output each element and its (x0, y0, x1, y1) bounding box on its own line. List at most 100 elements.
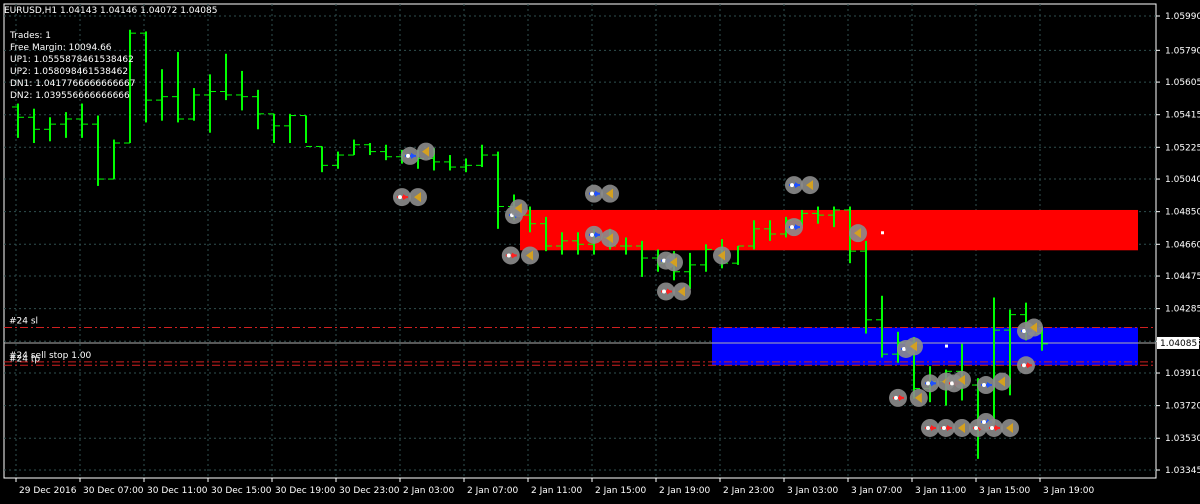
x-tick-label: 30 Dec 15:00 (211, 486, 272, 496)
ohlc-bar (364, 143, 376, 156)
y-tick-label: 1.05415 (1165, 111, 1200, 121)
x-tick-label: 2 Jan 19:00 (659, 486, 711, 496)
close-marker-icon (417, 142, 435, 161)
ohlc-bar (204, 74, 216, 133)
y-tick-label: 1.03720 (1165, 402, 1200, 412)
x-tick-label: 29 Dec 2016 (19, 486, 77, 496)
marker-dot (942, 425, 946, 430)
support-zone (712, 327, 1138, 366)
ohlc-bar (332, 151, 344, 169)
info-free-margin: Free Margin: 10094.66 (10, 43, 112, 53)
info-dn2: DN2: 1.039556666666666 (10, 91, 130, 101)
sell-marker-icon (501, 246, 520, 265)
x-tick-label: 30 Dec 11:00 (147, 486, 208, 496)
close-marker-icon (673, 282, 691, 301)
close-marker-icon (909, 388, 928, 407)
ohlc-bar (316, 145, 328, 173)
close-marker-icon (1025, 318, 1043, 337)
marker-dot (926, 381, 930, 386)
ohlc-bar (460, 158, 472, 173)
buy-marker-icon (921, 374, 939, 393)
x-tick-label: 3 Jan 15:00 (979, 486, 1031, 496)
marker-dot (590, 191, 594, 196)
ohlc-bar (444, 155, 456, 171)
marker-dot (506, 253, 511, 258)
close-marker-icon (409, 188, 427, 207)
sell-marker-icon (921, 418, 939, 437)
buy-marker-icon (585, 225, 603, 244)
ohlc-bar (108, 139, 120, 180)
ohlc-bar (252, 89, 264, 130)
marker-dot (590, 232, 594, 237)
symbol-line: EURUSD,H1 1.04143 1.04146 1.04072 1.0408… (4, 6, 217, 16)
x-tick-label: 3 Jan 19:00 (1043, 486, 1095, 496)
close-marker-icon (601, 229, 619, 248)
info-panel: EURUSD,H1 1.04143 1.04146 1.04072 1.0408… (4, 6, 217, 101)
y-tick-label: 1.05225 (1165, 143, 1200, 153)
marker-dot (982, 419, 986, 424)
x-tick-label: 30 Dec 23:00 (339, 486, 400, 496)
buy-marker-icon (785, 218, 803, 237)
ohlc-bar (60, 112, 72, 138)
marker-dot (982, 383, 986, 388)
ohlc-bar (284, 113, 296, 144)
marker-dot (406, 153, 410, 158)
x-tick-label: 3 Jan 11:00 (915, 486, 967, 496)
sell-marker-icon (393, 188, 411, 207)
price-point (945, 344, 948, 348)
y-tick-label: 1.05790 (1165, 46, 1200, 56)
y-tick-label: 1.04285 (1165, 305, 1200, 315)
y-tick-label: 1.03345 (1165, 466, 1200, 476)
x-tick-label: 3 Jan 03:00 (787, 486, 839, 496)
price-point (881, 231, 884, 235)
ohlc-bar (44, 117, 56, 142)
info-dn1: DN1: 1.0417766666666667 (10, 79, 136, 89)
current-price-label: 1.04085 (1160, 339, 1197, 349)
buy-marker-icon (785, 176, 803, 195)
buy-marker-icon (585, 184, 603, 203)
close-marker-icon (801, 176, 819, 195)
marker-dot (398, 195, 402, 200)
marker-dot (990, 425, 994, 430)
close-marker-icon (953, 418, 971, 437)
close-marker-icon (665, 253, 683, 272)
ohlc-bar (76, 103, 88, 138)
close-marker-icon (601, 184, 619, 203)
chart-canvas[interactable]: #24 sl#24 sell stop 1.00#24 tp 1.059901.… (0, 0, 1200, 500)
ohlc-bar (860, 240, 872, 334)
sell-marker-icon (657, 282, 675, 301)
marker-dot (894, 395, 898, 400)
price-chart[interactable]: #24 sl #24 sell stop 1.00 #24 tp 1.05990 1.… (0, 0, 1200, 500)
y-tick-label: 1.05990 (1165, 12, 1200, 22)
ohlc-bar (92, 115, 104, 186)
ohlc-bar (172, 52, 184, 123)
marker-dot (1022, 363, 1026, 368)
marker-dot (790, 225, 794, 230)
ohlc-bar (476, 144, 488, 168)
x-tick-label: 3 Jan 07:00 (851, 486, 903, 496)
ohlc-bar (156, 69, 168, 121)
close-marker-icon (905, 337, 923, 356)
marker-dot (926, 425, 930, 430)
x-tick-label: 30 Dec 19:00 (275, 486, 336, 496)
y-tick-label: 1.03910 (1165, 369, 1200, 379)
info-up2: UP2: 1.058098461538462 (10, 67, 128, 77)
ohlc-bar (140, 31, 152, 123)
ohlc-bar (268, 113, 280, 144)
ohlc-bar (188, 88, 200, 121)
y-tick-label: 1.05040 (1165, 175, 1200, 185)
close-marker-icon (953, 370, 971, 389)
close-marker-icon (521, 246, 539, 265)
info-up1: UP1: 1.0555878461538462 (10, 55, 134, 65)
close-marker-icon (713, 246, 731, 265)
ohlc-bar (300, 115, 312, 147)
y-tick-label: 1.04475 (1165, 272, 1200, 282)
marker-dot (974, 425, 978, 430)
axes: 1.05990 1.05790 1.05605 1.05415 1.05225 1.050… (15, 12, 1200, 496)
ohlc-bar (220, 53, 232, 101)
y-tick-label: 1.04850 (1165, 208, 1200, 218)
ohlc-bar (236, 70, 248, 111)
y-tick-label: 1.05605 (1165, 78, 1200, 88)
sell-marker-icon (937, 418, 955, 437)
close-marker-icon (509, 199, 528, 218)
